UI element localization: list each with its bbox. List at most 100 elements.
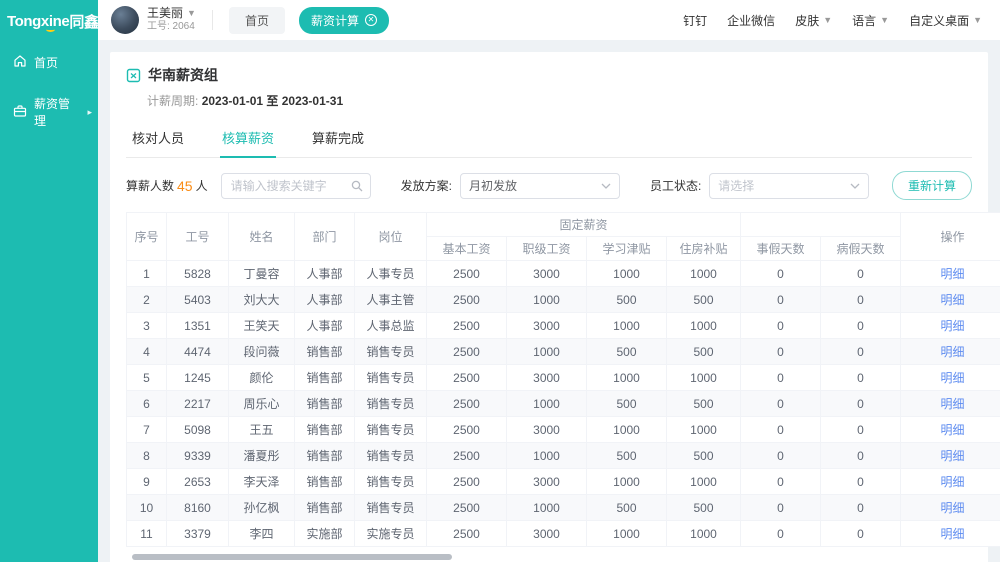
cell-position: 人事专员 bbox=[355, 261, 427, 287]
detail-link[interactable]: 明细 bbox=[941, 371, 965, 385]
cell-study-allowance: 500 bbox=[587, 391, 667, 417]
cell-sick-leave-days: 0 bbox=[821, 261, 901, 287]
topbar-menu: 钉钉 企业微信 皮肤▼ 语言▼ 自定义桌面▼ bbox=[683, 12, 982, 29]
cell-position: 人事总监 bbox=[355, 313, 427, 339]
cell-action: 明细 bbox=[901, 495, 1000, 521]
cell-dept: 销售部 bbox=[295, 495, 355, 521]
table-row: 31351王笑天人事部人事总监250030001000100000明细 bbox=[127, 313, 1000, 339]
topbar-menu-item[interactable]: 自定义桌面▼ bbox=[909, 12, 982, 29]
status-select[interactable]: 请选择 bbox=[709, 173, 869, 199]
cell-personal-leave-days: 0 bbox=[741, 261, 821, 287]
col-group-empty bbox=[741, 213, 901, 237]
window-tab-salary-calc[interactable]: 薪资计算 ✕ bbox=[299, 7, 389, 34]
cell-seq: 8 bbox=[127, 443, 167, 469]
tab-核算薪资[interactable]: 核算薪资 bbox=[220, 119, 276, 158]
cell-sick-leave-days: 0 bbox=[821, 469, 901, 495]
cell-level-salary: 1000 bbox=[507, 495, 587, 521]
horizontal-scrollbar[interactable] bbox=[132, 554, 452, 560]
col-base-salary: 基本工资 bbox=[427, 237, 507, 261]
cell-dept: 销售部 bbox=[295, 365, 355, 391]
table-header-row: 序号 工号 姓名 部门 岗位 固定薪资 操作 bbox=[127, 213, 1000, 237]
detail-link[interactable]: 明细 bbox=[941, 475, 965, 489]
search-icon[interactable] bbox=[351, 180, 363, 192]
cell-seq: 2 bbox=[127, 287, 167, 313]
cell-dept: 人事部 bbox=[295, 287, 355, 313]
plan-select[interactable]: 月初发放 bbox=[460, 173, 620, 199]
cell-seq: 9 bbox=[127, 469, 167, 495]
window-tab-home[interactable]: 首页 bbox=[229, 7, 285, 34]
cell-emp-id: 1351 bbox=[167, 313, 229, 339]
cell-housing-subsidy: 1000 bbox=[667, 417, 741, 443]
topbar-menu-item[interactable]: 钉钉 bbox=[683, 12, 707, 29]
cell-position: 销售专员 bbox=[355, 365, 427, 391]
detail-link[interactable]: 明细 bbox=[941, 449, 965, 463]
cell-housing-subsidy: 1000 bbox=[667, 261, 741, 287]
detail-link[interactable]: 明细 bbox=[941, 423, 965, 437]
col-action: 操作 bbox=[901, 213, 1000, 261]
tab-核对人员[interactable]: 核对人员 bbox=[130, 119, 186, 157]
recalculate-button[interactable]: 重新计算 bbox=[892, 171, 972, 200]
avatar[interactable] bbox=[111, 6, 139, 34]
cell-name: 王五 bbox=[229, 417, 295, 443]
topbar-menu-item[interactable]: 企业微信 bbox=[727, 12, 775, 29]
page-title: 华南薪资组 bbox=[148, 65, 218, 85]
cell-base-salary: 2500 bbox=[427, 443, 507, 469]
cell-level-salary: 3000 bbox=[507, 417, 587, 443]
payroll-card: 华南薪资组 计薪周期: 2023-01-01 至 2023-01-31 核对人员… bbox=[110, 52, 988, 562]
sidebar-item-home[interactable]: 首页 bbox=[0, 42, 98, 83]
cell-sick-leave-days: 0 bbox=[821, 391, 901, 417]
cell-seq: 4 bbox=[127, 339, 167, 365]
col-study-allowance: 学习津贴 bbox=[587, 237, 667, 261]
col-emp-id: 工号 bbox=[167, 213, 229, 261]
cell-base-salary: 2500 bbox=[427, 339, 507, 365]
cell-seq: 5 bbox=[127, 365, 167, 391]
briefcase-icon bbox=[13, 104, 27, 121]
topbar: 王美丽 ▼ 工号: 2064 首页 薪资计算 ✕ 钉钉企业微信皮肤▼语言▼自定义… bbox=[98, 0, 1000, 40]
user-name-dropdown[interactable]: 王美丽 ▼ bbox=[147, 6, 196, 21]
cell-dept: 人事部 bbox=[295, 313, 355, 339]
cell-seq: 7 bbox=[127, 417, 167, 443]
cell-emp-id: 5098 bbox=[167, 417, 229, 443]
detail-link[interactable]: 明细 bbox=[941, 527, 965, 541]
detail-link[interactable]: 明细 bbox=[941, 397, 965, 411]
cell-housing-subsidy: 1000 bbox=[667, 365, 741, 391]
cell-base-salary: 2500 bbox=[427, 521, 507, 547]
plan-label: 发放方案: bbox=[401, 177, 452, 194]
cell-base-salary: 2500 bbox=[427, 391, 507, 417]
cell-seq: 6 bbox=[127, 391, 167, 417]
cell-level-salary: 3000 bbox=[507, 313, 587, 339]
cell-housing-subsidy: 1000 bbox=[667, 521, 741, 547]
cell-level-salary: 3000 bbox=[507, 521, 587, 547]
pay-period-value: 2023-01-01 至 2023-01-31 bbox=[202, 94, 343, 108]
cell-sick-leave-days: 0 bbox=[821, 339, 901, 365]
cell-housing-subsidy: 500 bbox=[667, 443, 741, 469]
cell-emp-id: 3379 bbox=[167, 521, 229, 547]
topbar-menu-item[interactable]: 皮肤▼ bbox=[795, 12, 832, 29]
payroll-group-icon bbox=[126, 68, 141, 83]
cell-action: 明细 bbox=[901, 469, 1000, 495]
cell-position: 销售专员 bbox=[355, 469, 427, 495]
tab-算薪完成[interactable]: 算薪完成 bbox=[310, 119, 366, 157]
cell-action: 明细 bbox=[901, 391, 1000, 417]
detail-link[interactable]: 明细 bbox=[941, 293, 965, 307]
cell-personal-leave-days: 0 bbox=[741, 469, 821, 495]
table-row: 113379李四实施部实施专员250030001000100000明细 bbox=[127, 521, 1000, 547]
cell-emp-id: 5828 bbox=[167, 261, 229, 287]
detail-link[interactable]: 明细 bbox=[941, 267, 965, 281]
cell-sick-leave-days: 0 bbox=[821, 443, 901, 469]
detail-link[interactable]: 明细 bbox=[941, 501, 965, 515]
cell-action: 明细 bbox=[901, 417, 1000, 443]
payroll-table: 序号 工号 姓名 部门 岗位 固定薪资 操作 基本工资 bbox=[126, 212, 972, 560]
search-input[interactable] bbox=[221, 173, 371, 199]
sidebar-item-payroll-management[interactable]: 薪资管理▸ bbox=[0, 83, 98, 141]
logo-text-en: Tongxine bbox=[7, 13, 69, 30]
close-icon[interactable]: ✕ bbox=[365, 14, 377, 26]
cell-emp-id: 8160 bbox=[167, 495, 229, 521]
cell-position: 销售专员 bbox=[355, 391, 427, 417]
step-tabs: 核对人员核算薪资算薪完成 bbox=[126, 119, 972, 158]
cell-emp-id: 4474 bbox=[167, 339, 229, 365]
detail-link[interactable]: 明细 bbox=[941, 319, 965, 333]
topbar-menu-item[interactable]: 语言▼ bbox=[852, 12, 889, 29]
cell-sick-leave-days: 0 bbox=[821, 287, 901, 313]
detail-link[interactable]: 明细 bbox=[941, 345, 965, 359]
